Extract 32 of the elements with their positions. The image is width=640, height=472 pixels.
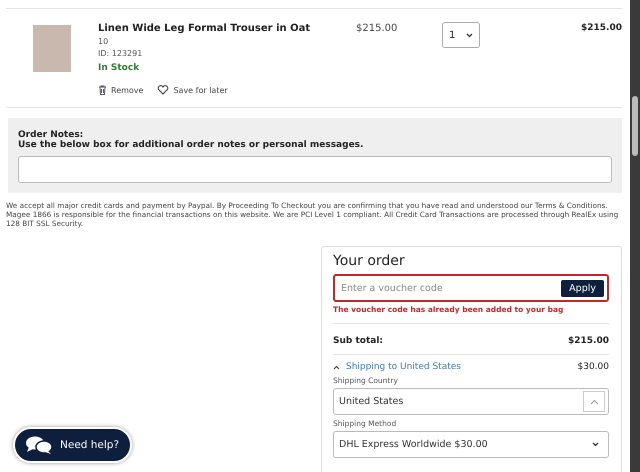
need-help-button[interactable]: Need help? (13, 427, 132, 463)
product-name[interactable]: Linen Wide Leg Formal Trouser in Oat (98, 23, 356, 34)
order-notes-hint: Use the below box for additional order notes or personal messages. (18, 140, 364, 150)
order-notes-field[interactable] (18, 156, 612, 183)
chat-bubbles-icon (25, 435, 53, 455)
chevron-down-icon (466, 32, 473, 38)
chevron-up-icon (590, 398, 598, 405)
subtotal-label: Sub total: (333, 336, 384, 346)
voucher-field[interactable]: Enter a voucher code Apply (333, 274, 609, 302)
product-size: 10 (98, 37, 110, 46)
stock-status: In Stock (98, 63, 140, 73)
shipping-country-select[interactable]: United States (333, 388, 609, 416)
subtotal-value: $215.00 (568, 336, 609, 346)
shipping-method-select[interactable]: DHL Express Worldwide $30.00 (333, 431, 609, 458)
shipping-cost: $30.00 (578, 362, 609, 372)
heart-icon[interactable] (157, 85, 170, 95)
remove-link[interactable]: Remove (111, 86, 144, 94)
quantity-select[interactable]: 1 (442, 22, 480, 48)
shipping-toggle[interactable]: Shipping to United States (333, 362, 461, 372)
scrollbar-thumb[interactable] (632, 96, 638, 156)
save-for-later-link[interactable]: Save for later (173, 86, 228, 94)
trash-icon[interactable] (98, 85, 107, 95)
line-total: $215.00 (580, 23, 622, 35)
product-id: ID: 123291 (98, 49, 144, 58)
chevron-down-icon (592, 442, 599, 448)
dropdown-toggle-button[interactable] (583, 391, 605, 412)
unit-price: $215.00 (356, 23, 398, 36)
order-title: Your order (333, 253, 406, 270)
caret-icon (333, 364, 340, 370)
product-photo-placeholder (33, 25, 71, 72)
apply-button[interactable]: Apply (561, 280, 604, 297)
order-notes-title: Order Notes: (18, 130, 84, 140)
